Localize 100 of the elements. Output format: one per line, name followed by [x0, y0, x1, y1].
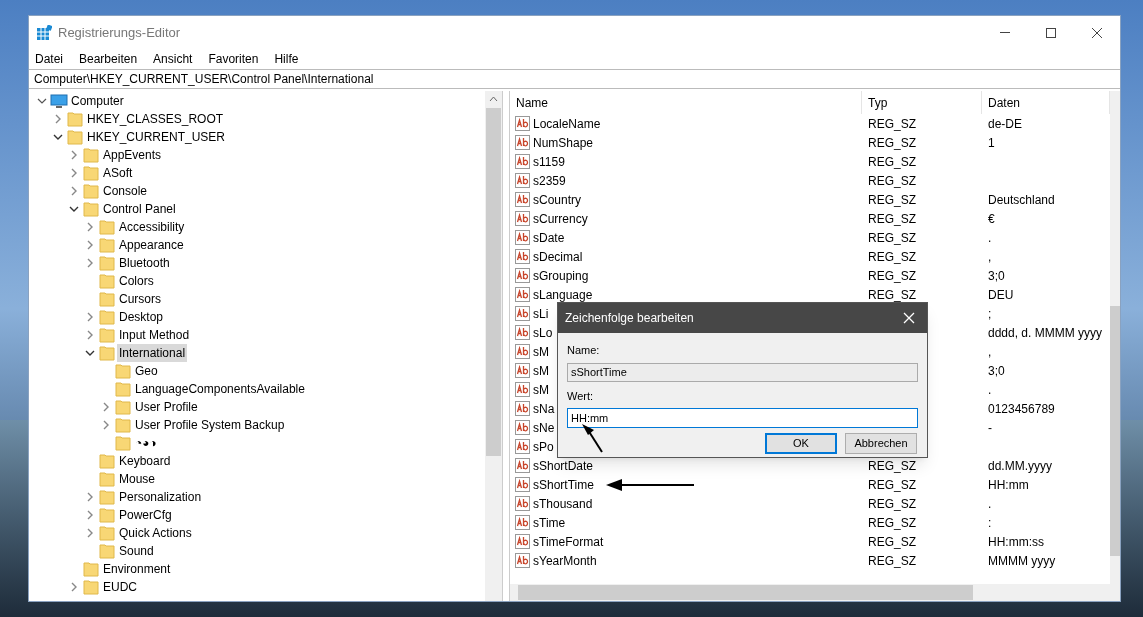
value-type: REG_SZ [868, 211, 916, 226]
value-name[interactable]: sShortTime [533, 477, 594, 492]
tree-item[interactable]: Computer [69, 92, 126, 110]
value-data: de-DE [988, 116, 1022, 131]
chevron-right-icon[interactable] [85, 312, 95, 322]
tree-item[interactable]: Personalization [117, 488, 204, 506]
dialog-button[interactable]: OK [765, 433, 837, 454]
menu-item[interactable]: Favoriten [208, 50, 259, 68]
chevron-down-icon[interactable] [53, 132, 63, 142]
chevron-right-icon[interactable] [69, 150, 79, 160]
column-header[interactable]: Name [516, 93, 548, 112]
address-bar[interactable]: Computer\HKEY_CURRENT_USER\Control Panel\International [29, 69, 1120, 89]
folder-icon [115, 435, 131, 451]
chevron-right-icon[interactable] [53, 114, 63, 124]
tree-item[interactable]: Accessibility [117, 218, 187, 236]
tree-item[interactable]: User Profile [133, 398, 200, 416]
value-name[interactable]: sCurrency [533, 211, 588, 226]
tree-item[interactable]: ASoft [101, 164, 135, 182]
folder-icon [99, 489, 115, 505]
menu-item[interactable]: Ansicht [153, 50, 193, 68]
tree-item[interactable]: Control Panel [101, 200, 178, 218]
tree-item[interactable]: HKEY_CLASSES_ROOT [85, 110, 226, 128]
tree-item[interactable]: Appearance [117, 236, 186, 254]
chevron-right-icon[interactable] [85, 330, 95, 340]
tree-item[interactable]: HKEY_CURRENT_USER [85, 128, 228, 146]
value-name[interactable]: sGrouping [533, 268, 589, 283]
value-name[interactable]: sCountry [533, 192, 582, 207]
tree-item[interactable]: Environment [101, 560, 173, 578]
value-data: 0123456789 [988, 401, 1055, 416]
tree-item[interactable]: Cursors [117, 290, 163, 308]
tree-item[interactable]: Geo [133, 362, 160, 380]
chevron-down-icon[interactable] [69, 204, 79, 214]
tree-item[interactable]: Bluetooth [117, 254, 172, 272]
value-name[interactable]: sPo [533, 439, 554, 454]
value-name[interactable]: LocaleName [533, 116, 601, 131]
value-name[interactable]: sNa [533, 401, 555, 416]
chevron-right-icon[interactable] [69, 582, 79, 592]
tree-item[interactable]: International [117, 344, 188, 362]
horizontal-scrollbar[interactable] [510, 584, 1120, 601]
column-header[interactable]: Typ [868, 93, 888, 112]
tree-item[interactable]: Mouse [117, 470, 158, 488]
string-value-icon [515, 230, 530, 245]
tree-item[interactable]: PowerCfg [117, 506, 174, 524]
value-name[interactable]: sTimeFormat [533, 534, 604, 549]
value-name[interactable]: sM [533, 344, 549, 359]
chevron-right-icon[interactable] [85, 528, 95, 538]
tree-item[interactable]: Console [101, 182, 150, 200]
tree-item[interactable]: LanguageComponentsAvailable [133, 380, 307, 398]
column-header[interactable]: Daten [988, 93, 1021, 112]
tree-item[interactable]: Input Method [117, 326, 192, 344]
value-name[interactable]: sLanguage [533, 287, 593, 302]
menu-item[interactable]: Datei [35, 50, 63, 68]
vertical-scrollbar[interactable] [1110, 91, 1120, 584]
chevron-right-icon[interactable] [85, 222, 95, 232]
chevron-right-icon[interactable] [85, 258, 95, 268]
value-name[interactable]: s1159 [533, 154, 565, 169]
tree-item[interactable]: Colors [117, 272, 156, 290]
folder-icon [115, 417, 131, 433]
tree-item[interactable]: AppEvents [101, 146, 164, 164]
chevron-right-icon[interactable] [69, 168, 79, 178]
value-data: HH:mm [988, 477, 1029, 492]
value-field[interactable]: HH:mm [567, 408, 918, 428]
dialog-button[interactable]: Abbrechen [845, 433, 917, 454]
value-name[interactable]: sLi [533, 306, 549, 321]
value-name[interactable]: sTime [533, 515, 566, 530]
tree-item[interactable]: Keyboard [117, 452, 173, 470]
chevron-right-icon[interactable] [101, 420, 111, 430]
tree-item[interactable]: Quick Actions [117, 524, 194, 542]
value-name[interactable]: sYearMonth [533, 553, 597, 568]
value-name[interactable]: sM [533, 363, 549, 378]
chevron-right-icon[interactable] [85, 240, 95, 250]
tree-item[interactable]: Desktop [117, 308, 166, 326]
chevron-right-icon[interactable] [69, 186, 79, 196]
chevron-right-icon[interactable] [85, 492, 95, 502]
value-name[interactable]: sM [533, 382, 549, 397]
close-icon[interactable] [903, 312, 915, 324]
tree-item[interactable]: EUDC [101, 578, 139, 596]
value-name[interactable]: sShortDate [533, 458, 594, 473]
value-name[interactable]: sDecimal [533, 249, 583, 264]
chevron-down-icon[interactable] [37, 96, 47, 106]
string-value-icon [515, 154, 530, 169]
value-data: , [988, 249, 992, 264]
tree-item[interactable]: User Profile System Backup [133, 416, 287, 434]
value-name[interactable]: s2359 [533, 173, 566, 188]
vertical-scrollbar[interactable] [485, 91, 502, 601]
chevron-down-icon[interactable] [85, 348, 95, 358]
menu-item[interactable]: Bearbeiten [79, 50, 138, 68]
chevron-right-icon[interactable] [85, 510, 95, 520]
value-type: REG_SZ [868, 515, 916, 530]
value-name[interactable]: sThousand [533, 496, 593, 511]
value-name[interactable]: sLo [533, 325, 553, 340]
value-name[interactable]: NumShape [533, 135, 594, 150]
tree-item[interactable]: Sound [117, 542, 156, 560]
chevron-right-icon[interactable] [101, 402, 111, 412]
value-name[interactable]: sDate [533, 230, 565, 245]
string-value-icon [515, 306, 530, 321]
value-name[interactable]: sNe [533, 420, 555, 435]
tree-item[interactable]: ◔◕◑ [133, 434, 159, 452]
value-type: REG_SZ [868, 496, 916, 511]
menu-item[interactable]: Hilfe [274, 50, 299, 68]
